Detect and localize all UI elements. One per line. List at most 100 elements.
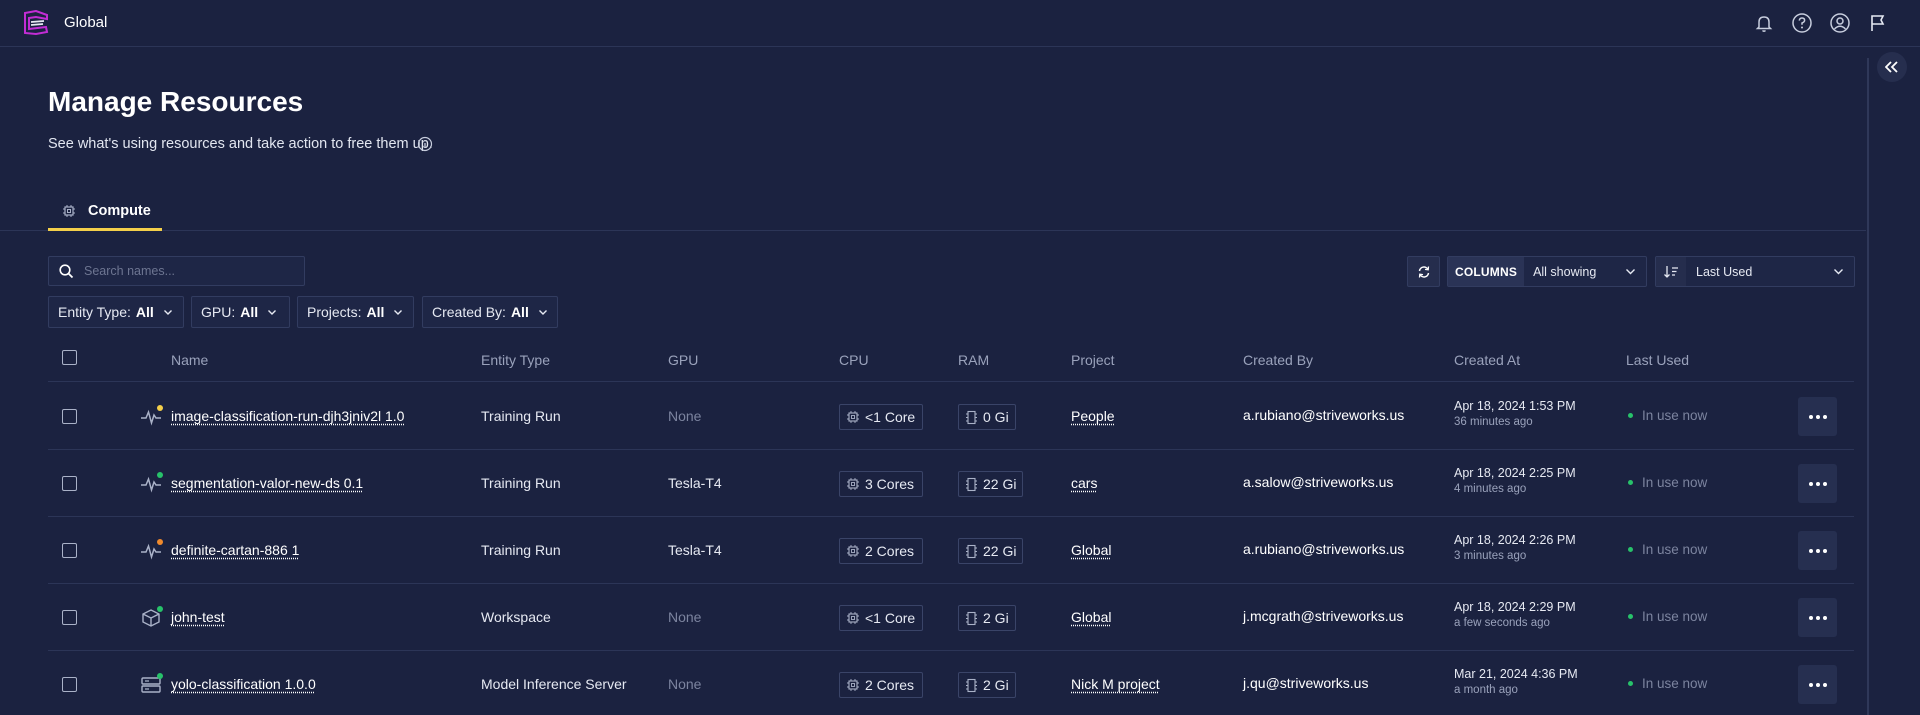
- created-at-date: Mar 21, 2024 4:36 PM: [1454, 667, 1578, 681]
- ram-value: 22 Gi: [983, 476, 1017, 492]
- column-header-name[interactable]: Name: [171, 352, 208, 368]
- filter-entity-type[interactable]: Entity Type: All: [48, 296, 184, 328]
- row-checkbox[interactable]: [62, 409, 77, 424]
- info-icon[interactable]: [417, 136, 433, 152]
- column-header-ram[interactable]: RAM: [958, 352, 989, 368]
- row-actions-button[interactable]: [1798, 397, 1837, 436]
- table-row[interactable]: image-classification-run-djh3jniv2l 1.0 …: [48, 383, 1854, 450]
- row-checkbox[interactable]: [62, 476, 77, 491]
- search-input[interactable]: [84, 264, 284, 278]
- chevron-down-icon: [394, 310, 403, 315]
- entity-type: Training Run: [481, 408, 561, 424]
- refresh-button[interactable]: [1407, 256, 1440, 287]
- filter-label: GPU:: [201, 304, 236, 320]
- filter-value: All: [366, 304, 385, 320]
- ram-badge: 22 Gi: [958, 538, 1024, 564]
- tab-compute[interactable]: Compute: [48, 193, 162, 231]
- resource-name-link[interactable]: yolo-classification 1.0.0: [171, 676, 316, 692]
- columns-select[interactable]: COLUMNS All showing: [1447, 256, 1647, 287]
- column-header-cpu[interactable]: CPU: [839, 352, 869, 368]
- row-checkbox[interactable]: [62, 543, 77, 558]
- filter-projects[interactable]: Projects: All: [297, 296, 414, 328]
- chip-icon: [847, 679, 859, 691]
- created-at-date: Apr 18, 2024 2:25 PM: [1454, 466, 1576, 480]
- status-dot: [157, 539, 163, 545]
- resource-name-link[interactable]: definite-cartan-886 1: [171, 542, 299, 558]
- column-header-entity-type[interactable]: Entity Type: [481, 352, 550, 368]
- chevron-down-icon: [1834, 269, 1843, 275]
- sort-descending-icon[interactable]: [1656, 257, 1686, 286]
- row-checkbox[interactable]: [62, 610, 77, 625]
- gpu-value: None: [668, 676, 702, 692]
- user-account-icon[interactable]: [1828, 11, 1852, 35]
- status-indicator: [1628, 480, 1633, 485]
- column-header-gpu[interactable]: GPU: [668, 352, 698, 368]
- created-at: Mar 21, 2024 4:36 PM a month ago: [1454, 667, 1578, 696]
- row-actions-button[interactable]: [1798, 665, 1837, 704]
- status-indicator: [1628, 413, 1633, 418]
- flag-icon[interactable]: [1866, 11, 1890, 35]
- entity-type: Model Inference Server: [481, 676, 627, 692]
- project-link[interactable]: Global: [1071, 542, 1111, 558]
- cpu-badge: 2 Cores: [839, 538, 923, 564]
- ram-value: 2 Gi: [983, 677, 1009, 693]
- resource-name-link[interactable]: john-test: [171, 609, 225, 625]
- project-link[interactable]: cars: [1071, 475, 1097, 491]
- cpu-value: 2 Cores: [865, 543, 915, 559]
- project-link[interactable]: Nick M project: [1071, 676, 1160, 692]
- memory-icon: [966, 477, 977, 491]
- column-header-created-by[interactable]: Created By: [1243, 352, 1313, 368]
- ram-badge: 2 Gi: [958, 605, 1016, 631]
- more-horizontal-icon: [1808, 414, 1827, 419]
- last-used-status: In use now: [1628, 408, 1707, 423]
- filter-value: All: [135, 304, 154, 320]
- created-at-relative: 3 minutes ago: [1454, 550, 1527, 562]
- more-horizontal-icon: [1808, 548, 1827, 553]
- last-used-status: In use now: [1628, 542, 1707, 557]
- select-all-checkbox[interactable]: [62, 350, 77, 365]
- bell-icon[interactable]: [1752, 11, 1776, 35]
- created-by-email: a.rubiano@striveworks.us: [1243, 407, 1405, 423]
- row-actions-button[interactable]: [1798, 464, 1837, 503]
- column-header-last-used[interactable]: Last Used: [1626, 352, 1689, 368]
- chip-icon: [847, 411, 859, 423]
- memory-icon: [966, 678, 977, 692]
- memory-icon: [966, 611, 977, 625]
- resource-name-link[interactable]: image-classification-run-djh3jniv2l 1.0: [171, 408, 404, 424]
- row-actions-button[interactable]: [1798, 531, 1837, 570]
- project-link[interactable]: Global: [1071, 609, 1111, 625]
- column-header-created-at[interactable]: Created At: [1454, 352, 1520, 368]
- double-chevron-left-icon: [1885, 61, 1898, 73]
- created-at-date: Apr 18, 2024 2:29 PM: [1454, 600, 1576, 614]
- filter-value: All: [510, 304, 529, 320]
- more-horizontal-icon: [1808, 682, 1827, 687]
- filter-value: All: [240, 304, 259, 320]
- sort-select[interactable]: Last Used: [1655, 256, 1855, 287]
- column-header-project[interactable]: Project: [1071, 352, 1115, 368]
- table-row[interactable]: yolo-classification 1.0.0 Model Inferenc…: [48, 651, 1854, 715]
- status-indicator: [1628, 681, 1633, 686]
- filter-created-by[interactable]: Created By: All: [422, 296, 558, 328]
- created-at: Apr 18, 2024 2:25 PM 4 minutes ago: [1454, 466, 1576, 495]
- entity-type: Workspace: [481, 609, 551, 625]
- app-logo-icon[interactable]: [22, 10, 50, 36]
- table-row[interactable]: john-test Workspace None <1 Core 2 Gi Gl…: [48, 584, 1854, 651]
- help-icon[interactable]: [1790, 11, 1814, 35]
- table-row[interactable]: segmentation-valor-new-ds 0.1 Training R…: [48, 450, 1854, 517]
- filter-gpu[interactable]: GPU: All: [191, 296, 290, 328]
- more-horizontal-icon: [1808, 481, 1827, 486]
- table-row[interactable]: definite-cartan-886 1 Training Run Tesla…: [48, 517, 1854, 584]
- created-at: Apr 18, 2024 2:26 PM 3 minutes ago: [1454, 533, 1576, 562]
- gpu-value: Tesla-T4: [668, 542, 722, 558]
- created-at-relative: a few seconds ago: [1454, 617, 1550, 629]
- scope-label[interactable]: Global: [64, 14, 107, 31]
- row-checkbox[interactable]: [62, 677, 77, 692]
- created-at: Apr 18, 2024 2:29 PM a few seconds ago: [1454, 600, 1576, 629]
- entity-type: Training Run: [481, 542, 561, 558]
- chip-icon: [847, 612, 859, 624]
- row-actions-button[interactable]: [1798, 598, 1837, 637]
- resource-name-link[interactable]: segmentation-valor-new-ds 0.1: [171, 475, 363, 491]
- project-link[interactable]: People: [1071, 408, 1115, 424]
- sort-value: Last Used: [1696, 264, 1753, 279]
- collapse-panel-button[interactable]: [1877, 52, 1907, 82]
